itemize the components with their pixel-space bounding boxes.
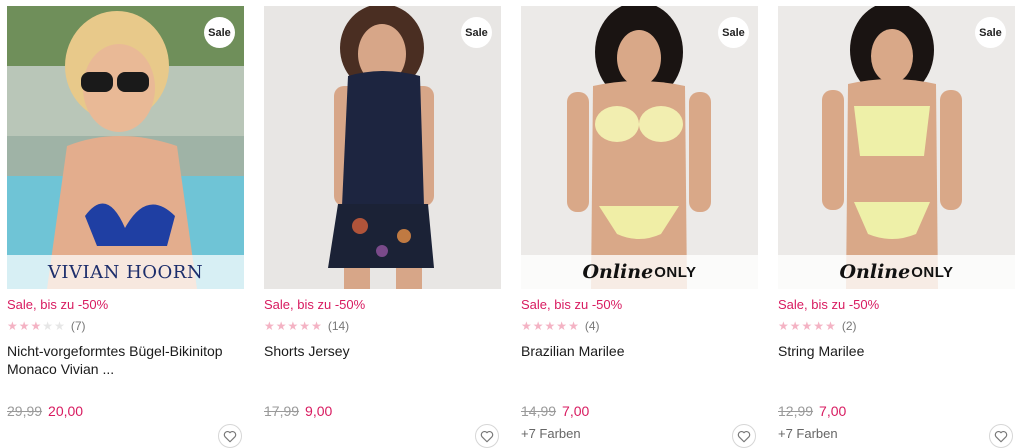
star-icon: ★: [778, 319, 789, 333]
star-rating: ★ ★ ★ ★ ★: [521, 320, 579, 332]
star-icon: ★: [789, 319, 801, 333]
star-icon: ★: [30, 319, 42, 333]
star-icon: ★: [42, 319, 54, 333]
product-card[interactable]: Sale Online ONLY Sale, bis zu -50% ★ ★ ★…: [778, 6, 1015, 448]
review-count: (7): [70, 319, 86, 333]
product-card[interactable]: Sale Online ONLY Sale, bis zu -50% ★ ★ ★…: [521, 6, 758, 448]
heart-outline-icon: [480, 430, 494, 442]
rating: ★ ★ ★ ★ ★ (7): [7, 318, 244, 334]
review-count: (4): [584, 319, 600, 333]
star-icon: ★: [7, 319, 18, 333]
wishlist-button[interactable]: [218, 424, 242, 448]
product-grid: Sale VIVIAN HOORN Sale, bis zu -50% ★ ★ …: [0, 0, 1024, 448]
star-icon: ★: [801, 319, 813, 333]
star-icon: ★: [813, 319, 825, 333]
online-only-word: ONLY: [911, 263, 954, 281]
old-price: 29,99: [7, 403, 43, 419]
product-title[interactable]: String Marilee: [778, 342, 1015, 378]
star-icon: ★: [568, 319, 579, 333]
product-photo: [521, 6, 758, 289]
rating: ★ ★ ★ ★ ★ (2): [778, 318, 1015, 334]
online-only-banner: Online ONLY: [521, 255, 758, 289]
product-image[interactable]: Sale VIVIAN HOORN: [7, 6, 244, 289]
product-title[interactable]: Brazilian Marilee: [521, 342, 758, 378]
star-icon: ★: [556, 319, 568, 333]
price-row: 29,99 20,00: [7, 402, 83, 420]
sale-price: 7,00: [562, 403, 590, 419]
product-photo: [264, 6, 501, 289]
star-icon: ★: [311, 319, 322, 333]
wishlist-button[interactable]: [475, 424, 499, 448]
product-title[interactable]: Nicht-vorgeformtes Bügel-Bikinitop Monac…: [7, 342, 244, 378]
review-count: (2): [841, 319, 857, 333]
sale-badge: Sale: [718, 17, 749, 48]
product-image[interactable]: Sale Online ONLY: [521, 6, 758, 289]
star-icon: ★: [299, 319, 311, 333]
sale-badge: Sale: [204, 17, 235, 48]
heart-outline-icon: [223, 430, 237, 442]
star-icon: ★: [18, 319, 30, 333]
wishlist-button[interactable]: [989, 424, 1013, 448]
price-row: 12,99 7,00: [778, 402, 846, 420]
price-row: 17,99 9,00: [264, 402, 332, 420]
star-rating: ★ ★ ★ ★ ★: [264, 320, 322, 332]
product-image[interactable]: Sale: [264, 6, 501, 289]
star-icon: ★: [287, 319, 299, 333]
star-icon: ★: [54, 319, 65, 333]
old-price: 14,99: [521, 403, 557, 419]
product-card[interactable]: Sale Sale, bis zu -50% ★ ★ ★ ★ ★ (14) Sh…: [264, 6, 501, 448]
product-card[interactable]: Sale VIVIAN HOORN Sale, bis zu -50% ★ ★ …: [7, 6, 244, 448]
old-price: 17,99: [264, 403, 300, 419]
product-image[interactable]: Sale Online ONLY: [778, 6, 1015, 289]
color-variants-link[interactable]: +7 Farben: [521, 426, 581, 441]
sale-price: 7,00: [819, 403, 847, 419]
heart-outline-icon: [994, 430, 1008, 442]
promo-text: Sale, bis zu -50%: [7, 297, 109, 312]
wishlist-button[interactable]: [732, 424, 756, 448]
online-only-word: ONLY: [654, 263, 697, 281]
promo-text: Sale, bis zu -50%: [778, 297, 880, 312]
rating: ★ ★ ★ ★ ★ (14): [264, 318, 501, 334]
product-photo: [7, 6, 244, 289]
online-only-word: Online: [582, 261, 654, 283]
star-icon: ★: [275, 319, 287, 333]
sale-price: 9,00: [305, 403, 333, 419]
star-icon: ★: [264, 319, 275, 333]
sale-badge: Sale: [975, 17, 1006, 48]
promo-text: Sale, bis zu -50%: [264, 297, 366, 312]
heart-outline-icon: [737, 430, 751, 442]
promo-text: Sale, bis zu -50%: [521, 297, 623, 312]
color-variants-link[interactable]: +7 Farben: [778, 426, 838, 441]
review-count: (14): [327, 319, 350, 333]
online-only-word: Online: [839, 261, 911, 283]
product-title[interactable]: Shorts Jersey: [264, 342, 501, 378]
brand-banner: VIVIAN HOORN: [7, 255, 244, 289]
product-photo: [778, 6, 1015, 289]
sale-price: 20,00: [48, 403, 84, 419]
star-rating: ★ ★ ★ ★ ★: [778, 320, 836, 332]
star-icon: ★: [521, 319, 532, 333]
price-row: 14,99 7,00: [521, 402, 589, 420]
star-icon: ★: [825, 319, 836, 333]
sale-badge: Sale: [461, 17, 492, 48]
star-rating: ★ ★ ★ ★ ★: [7, 320, 65, 332]
star-icon: ★: [544, 319, 556, 333]
old-price: 12,99: [778, 403, 814, 419]
online-only-banner: Online ONLY: [778, 255, 1015, 289]
rating: ★ ★ ★ ★ ★ (4): [521, 318, 758, 334]
star-icon: ★: [532, 319, 544, 333]
